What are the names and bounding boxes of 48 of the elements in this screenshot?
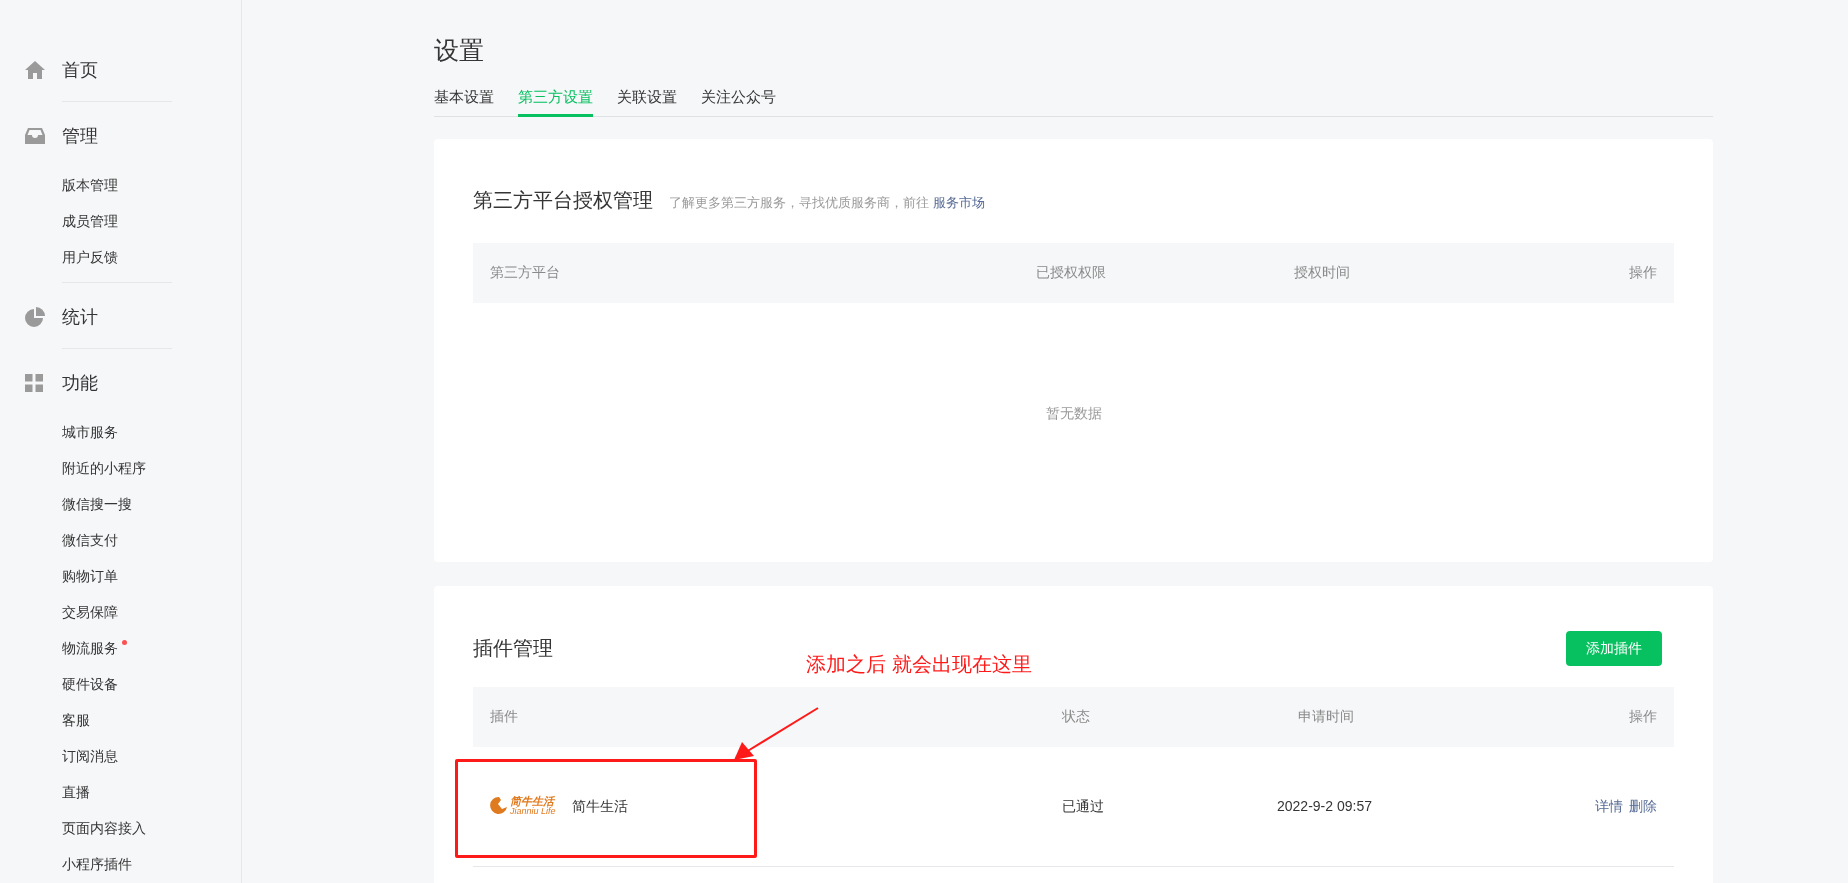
column-header: 操作	[1629, 707, 1657, 726]
column-header: 插件	[490, 707, 519, 726]
column-header: 申请时间	[1297, 707, 1355, 726]
nav-section-link[interactable]: 首页	[62, 56, 98, 84]
nav-section-link[interactable]: 统计	[62, 303, 98, 331]
grid-icon	[25, 374, 43, 392]
nav-item[interactable]: 附近的小程序	[62, 457, 146, 479]
tab[interactable]: 关注公众号	[701, 86, 776, 117]
nav-item[interactable]: 页面内容接入	[62, 817, 146, 839]
nav-item[interactable]: 物流服务	[62, 637, 118, 659]
pie-chart-icon	[25, 307, 45, 327]
nav-item[interactable]: 用户反馈	[62, 246, 118, 268]
nav-section-link[interactable]: 功能	[62, 369, 98, 397]
nav-item[interactable]: 小程序插件	[62, 853, 132, 875]
column-header: 状态	[1062, 707, 1091, 726]
action-link[interactable]: 详情	[1595, 795, 1623, 817]
nav-item[interactable]: 交易保障	[62, 601, 118, 623]
nav-item[interactable]: 城市服务	[62, 421, 118, 443]
card-title: 插件管理	[473, 636, 553, 661]
market-link[interactable]: 服务市场	[932, 194, 985, 210]
inbox-icon	[25, 128, 45, 144]
card-title: 第三方平台授权管理	[473, 187, 653, 213]
column-header: 操作	[1629, 263, 1657, 282]
nav-item[interactable]: 直播	[62, 781, 90, 803]
table-cell-text: 已通过	[1062, 796, 1105, 816]
home-icon	[25, 61, 45, 79]
plugin-logo: 简牛生活 Jianniu Life	[490, 796, 560, 816]
nav-section-link[interactable]: 管理	[62, 122, 98, 150]
nav-item[interactable]: 订阅消息	[62, 745, 118, 767]
action-link[interactable]: 删除	[1629, 795, 1657, 817]
page-title: 设置	[434, 35, 485, 66]
nav-item[interactable]: 客服	[62, 709, 90, 731]
nav-item[interactable]: 成员管理	[62, 210, 118, 232]
nav-item[interactable]: 微信搜一搜	[62, 493, 132, 515]
nav-item[interactable]: 版本管理	[62, 174, 118, 196]
column-header: 已授权权限	[1036, 263, 1107, 282]
nav-item[interactable]: 购物订单	[62, 565, 118, 587]
empty-text: 暂无数据	[1045, 404, 1102, 423]
tab[interactable]: 基本设置	[434, 86, 494, 117]
table-cell-text: 2022-9-2 09:57	[1277, 796, 1373, 816]
hint-text: 了解更多第三方服务，寻找优质服务商，前往 服务市场	[669, 193, 985, 212]
nav-item[interactable]: 微信支付	[62, 529, 118, 551]
tab[interactable]: 关联设置	[617, 86, 677, 117]
column-header: 第三方平台	[490, 263, 561, 282]
nav-item[interactable]: 硬件设备	[62, 673, 118, 695]
annotation-text: 添加之后 就会出现在这里	[806, 653, 1032, 674]
column-header: 授权时间	[1294, 263, 1351, 282]
plugin-name: 简牛生活	[572, 796, 628, 816]
